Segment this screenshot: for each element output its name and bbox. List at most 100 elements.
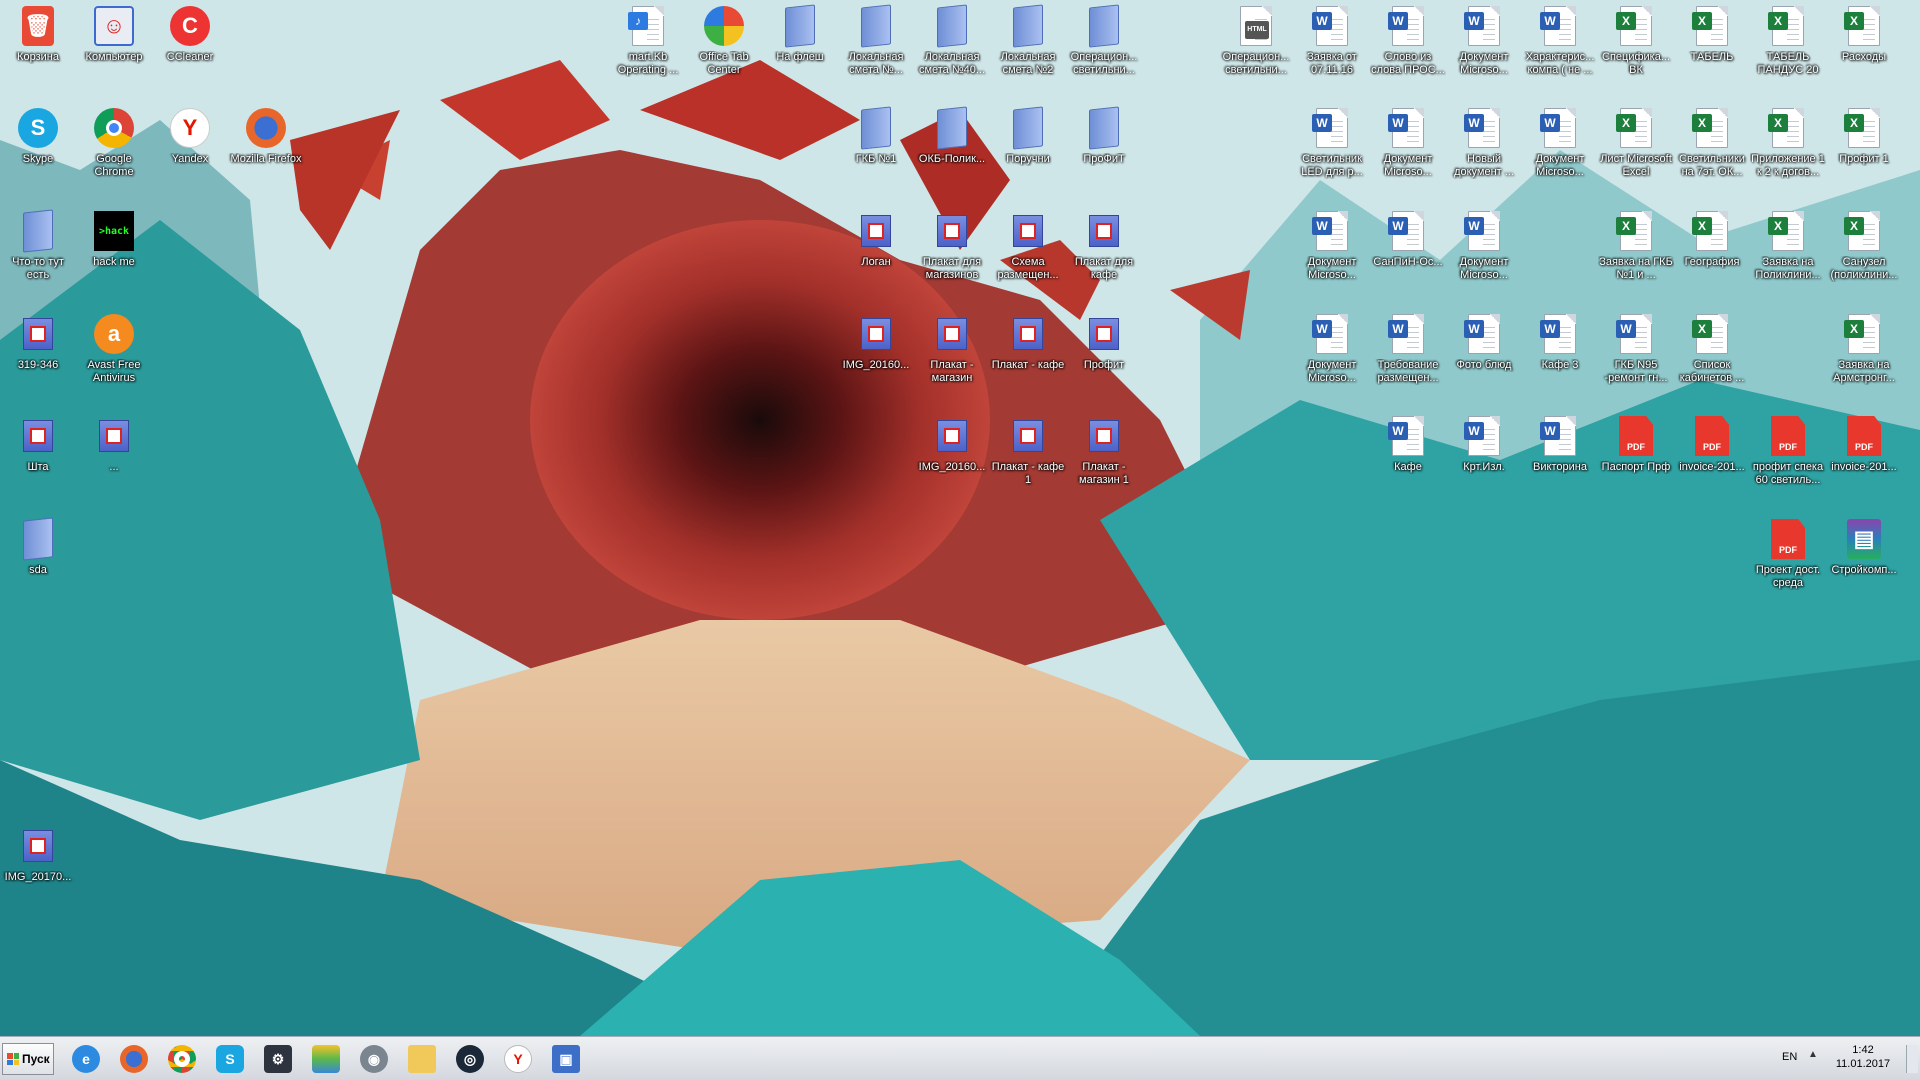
desktop-icon[interactable]: X Санузел (поликлини... xyxy=(1826,205,1902,297)
desktop-icon[interactable]: W Кафе xyxy=(1370,410,1446,502)
show-desktop-button[interactable] xyxy=(1906,1045,1918,1073)
desktop-icon[interactable]: >hack hack me xyxy=(76,205,152,297)
desktop-icon[interactable]: W Заявка от 07.11.16 xyxy=(1294,0,1370,92)
desktop-icon[interactable]: W СанПиН-Ос... xyxy=(1370,205,1446,297)
desktop-icon[interactable]: W Светильник LED для р... xyxy=(1294,102,1370,194)
desktop-icon[interactable]: ПроФиТ xyxy=(1066,102,1142,194)
desktop-icon[interactable]: PDF invoice-201... xyxy=(1674,410,1750,502)
desktop-icon[interactable]: Логан xyxy=(838,205,914,297)
desktop-icon[interactable]: 🗑 Корзина xyxy=(0,0,76,92)
yandex-icon[interactable]: Y xyxy=(498,1041,538,1077)
desktop-icon[interactable]: X География xyxy=(1674,205,1750,297)
network-app-icon[interactable]: ▣ xyxy=(546,1041,586,1077)
desktop-icon[interactable]: Локальная смета №... xyxy=(838,0,914,92)
excel-doc-icon: X xyxy=(1767,106,1809,150)
desktop-icon[interactable]: Mozilla Firefox xyxy=(228,102,304,194)
firefox-icon[interactable] xyxy=(114,1041,154,1077)
desktop-icon[interactable]: Плакат - кафе xyxy=(990,308,1066,400)
desktop-icon[interactable]: X Профит 1 xyxy=(1826,102,1902,194)
chevron-up-icon[interactable]: ▲ xyxy=(1808,1049,1818,1060)
desktop-icon[interactable]: 319-346 xyxy=(0,308,76,400)
desktop-icon[interactable]: W Крт.Изл. xyxy=(1446,410,1522,502)
desktop-icon[interactable]: Плакат - магазин 1 xyxy=(1066,410,1142,502)
desktop-icon[interactable]: Плакат - кафе 1 xyxy=(990,410,1066,502)
file-explorer-icon[interactable] xyxy=(402,1041,442,1077)
desktop-icon[interactable]: X ТАБЕЛЬ xyxy=(1674,0,1750,92)
desktop-icon[interactable]: W Викторина xyxy=(1522,410,1598,502)
desktop-icon[interactable]: W Слово из слова ПРОС... xyxy=(1370,0,1446,92)
desktop-icon[interactable]: ▤ Стройкомп... xyxy=(1826,513,1902,605)
desktop-icon[interactable]: X Список кабинетов ... xyxy=(1674,308,1750,400)
desktop-icon[interactable]: a Avast Free Antivirus xyxy=(76,308,152,400)
desktop-icon[interactable]: W Документ Microso... xyxy=(1446,0,1522,92)
steam-like-icon[interactable]: ◉ xyxy=(354,1041,394,1077)
desktop-icon[interactable]: W ГКБ N95 -ремонт гн... xyxy=(1598,308,1674,400)
desktop-icon[interactable]: Локальная смета №40... xyxy=(914,0,990,92)
internet-explorer-icon[interactable]: e xyxy=(66,1041,106,1077)
desktop-icon[interactable]: X Расходы xyxy=(1826,0,1902,92)
desktop-icon[interactable]: Локальная смета №2 xyxy=(990,0,1066,92)
desktop-icon[interactable]: W Документ Microso... xyxy=(1446,205,1522,297)
desktop-icon[interactable]: W Требование размещен... xyxy=(1370,308,1446,400)
desktop-icon[interactable]: X Светильники на 7эт. ОК... xyxy=(1674,102,1750,194)
desktop-icon-label: IMG_20160... xyxy=(918,461,986,473)
desktop-icon[interactable]: Схема размещен... xyxy=(990,205,1066,297)
desktop-icon-label: ПроФиТ xyxy=(1083,153,1125,165)
desktop-icon[interactable]: Шта xyxy=(0,410,76,502)
shield-app-icon[interactable]: ⚙ xyxy=(258,1041,298,1077)
desktop-icon[interactable]: Плакат для магазинов xyxy=(914,205,990,297)
desktop-icon[interactable]: PDF Паспорт Прф xyxy=(1598,410,1674,502)
desktop-icon[interactable]: Профит xyxy=(1066,308,1142,400)
desktop-icon[interactable]: X Приложение 1 к 2 к догов... xyxy=(1750,102,1826,194)
desktop-icon[interactable]: W Фото блюд xyxy=(1446,308,1522,400)
desktop-icon[interactable]: HTML Операцион... светильни... xyxy=(1218,0,1294,92)
desktop-icon-label: ГКБ №1 xyxy=(855,153,897,165)
desktop-icon[interactable]: W Документ Microso... xyxy=(1294,205,1370,297)
desktop-icon[interactable]: S Skype xyxy=(0,102,76,194)
desktop-icon[interactable]: Поручни xyxy=(990,102,1066,194)
desktop-icon[interactable]: Y Yandex xyxy=(152,102,228,194)
chrome-icon[interactable] xyxy=(162,1041,202,1077)
desktop-icon[interactable]: Плакат для кафе xyxy=(1066,205,1142,297)
desktop-icon[interactable]: PDF Проект дост. среда xyxy=(1750,513,1826,605)
desktop-icon[interactable]: W Документ Microso... xyxy=(1294,308,1370,400)
desktop-icon[interactable]: W Новый документ ... xyxy=(1446,102,1522,194)
desktop-icon[interactable]: W Документ Microso... xyxy=(1522,102,1598,194)
desktop-icon[interactable]: IMG_20160... xyxy=(914,410,990,502)
desktop-icon[interactable]: Операцион... светильни... xyxy=(1066,0,1142,92)
desktop-icon-label: Заявка на ГКБ №1 и ... xyxy=(1599,256,1673,281)
desktop-icon[interactable]: IMG_20170... xyxy=(0,820,76,912)
desktop-icon[interactable]: ☺ Компьютер xyxy=(76,0,152,92)
desktop-icon[interactable]: Google Chrome xyxy=(76,102,152,194)
clock[interactable]: 1:42 11.01.2017 xyxy=(1830,1043,1896,1071)
desktop-icon[interactable]: ГКБ №1 xyxy=(838,102,914,194)
desktop-icon[interactable]: X ТАБЕЛЬ ПАНДУС 20 xyxy=(1750,0,1826,92)
desktop-icon[interactable]: X Заявка на Поликлини... xyxy=(1750,205,1826,297)
desktop-icon[interactable]: Office Tab Center xyxy=(686,0,762,92)
skype-icon[interactable]: S xyxy=(210,1041,250,1077)
desktop-icon[interactable]: X Лист Microsoft Excel xyxy=(1598,102,1674,194)
desktop-icon[interactable]: На флеш xyxy=(762,0,838,92)
desktop-icon[interactable]: ♪ mart.Kb Operating ... xyxy=(610,0,686,92)
desktop-icon[interactable]: ОКБ-Полик... xyxy=(914,102,990,194)
language-indicator[interactable]: EN xyxy=(1782,1051,1797,1063)
desktop-icon[interactable]: W Документ Microso... xyxy=(1370,102,1446,194)
desktop-icon[interactable]: Что-то тут есть xyxy=(0,205,76,297)
start-button[interactable]: Пуск xyxy=(2,1043,54,1075)
desktop-icon[interactable]: X Заявка на ГКБ №1 и ... xyxy=(1598,205,1674,297)
desktop-icon[interactable]: W Характерис... компа ( не ... xyxy=(1522,0,1598,92)
desktop-icon[interactable]: sda xyxy=(0,513,76,605)
desktop-icon[interactable]: W Кафе 3 xyxy=(1522,308,1598,400)
desktop-icon[interactable]: PDF профит спека 60 светиль... xyxy=(1750,410,1826,502)
desktop-icon[interactable]: X Специфика... ВК xyxy=(1598,0,1674,92)
desktop-icon[interactable]: IMG_20160... xyxy=(838,308,914,400)
steam-icon[interactable]: ◎ xyxy=(450,1041,490,1077)
desktop-icon[interactable]: C CCleaner xyxy=(152,0,228,92)
word-doc-icon: W xyxy=(1463,106,1505,150)
desktop-icon[interactable]: PDF invoice-201... xyxy=(1826,410,1902,502)
desktop-icon[interactable]: Плакат - магазин xyxy=(914,308,990,400)
excel-doc-icon: X xyxy=(1843,4,1885,48)
desktop-icon[interactable]: X Заявка на Армстронг... xyxy=(1826,308,1902,400)
bluestacks-icon[interactable] xyxy=(306,1041,346,1077)
desktop-icon[interactable]: ... xyxy=(76,410,152,502)
